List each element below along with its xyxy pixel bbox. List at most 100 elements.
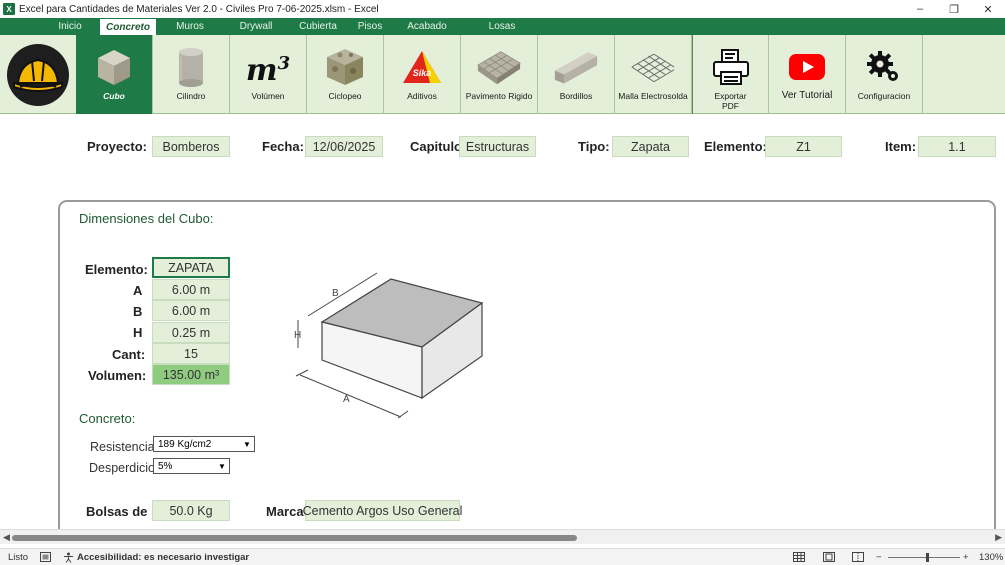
configuracion-label: Configuracion [857,91,911,101]
pavimento-label: Pavimento Rigido [465,91,533,101]
cubo-button[interactable]: Cubo [76,35,153,114]
volumen-field: 135.00 m³ [152,364,230,385]
concreto-section-title: Concreto: [79,411,136,426]
cube-icon [91,45,137,89]
b-label: B [133,304,143,319]
zoom-level[interactable]: 130% [979,552,1003,563]
printer-icon [708,45,754,89]
item-field[interactable]: 1.1 [918,136,996,157]
elemento-header-field[interactable]: Z1 [765,136,842,157]
sika-text: Sika [412,68,432,78]
cilindro-button[interactable]: Cilindro [153,35,230,114]
ciclopeo-button[interactable]: Ciclopeo [307,35,384,114]
hardhat-icon [13,58,63,92]
item-label: Item: [885,139,917,154]
zoom-slider-thumb[interactable] [926,553,929,562]
tab-acabado[interactable]: Acabado [402,18,452,35]
fecha-field[interactable]: 12/06/2025 [305,136,383,157]
title-bar: X Excel para Cantidades de Materiales Ve… [0,0,1005,18]
horizontal-scrollbar[interactable]: ◀ ▶ [0,529,1005,544]
resistencia-select[interactable]: 189 Kg/cm2 ▼ [153,436,255,452]
excel-icon: X [3,3,15,15]
scrollbar-thumb[interactable] [12,535,577,541]
resistencia-label: Resistencia [90,440,155,454]
aditivos-label: Aditivos [407,91,437,101]
status-bar: Listo Accesibilidad: es necesario invest… [0,548,1005,565]
capitulo-label: Capitulo [410,139,462,154]
marca-field[interactable]: Cemento Argos Uso General [303,500,462,521]
ver-tutorial-label: Ver Tutorial [781,90,833,101]
accessibility-status[interactable]: Accesibilidad: es necesario investigar [77,552,249,563]
sheet-tab-bar: Inicio Concreto Muros Drywall Cubierta P… [0,18,1005,35]
elemento-header-label: Elemento: [704,139,767,154]
mesh-icon [630,45,676,89]
tab-concreto[interactable]: Concreto [100,18,156,35]
cant-label: Cant: [112,347,146,362]
normal-view-icon[interactable] [793,552,805,565]
cilindro-label: Cilindro [176,91,206,101]
pavement-icon [476,45,522,89]
macro-record-icon[interactable] [40,552,51,565]
close-button[interactable]: ✕ [971,0,1005,18]
scroll-right-icon[interactable]: ▶ [995,532,1002,543]
stone-icon [322,45,368,89]
volumen-label: Volumen: [88,368,147,383]
tipo-field[interactable]: Zapata [612,136,689,157]
tipo-label: Tipo: [578,139,610,154]
window-title: Excel para Cantidades de Materiales Ver … [19,3,379,15]
sika-icon: Sika [399,45,445,89]
aditivos-button[interactable]: Sika Aditivos [384,35,461,114]
malla-button[interactable]: Malla Electrosolda [615,35,692,114]
b-field[interactable]: 6.00 m [152,300,230,321]
curb-icon [553,45,599,89]
logo [0,35,76,114]
cylinder-icon [168,45,214,89]
bordillos-button[interactable]: Bordillos [538,35,615,114]
volumen-button[interactable]: m3 Volúmen [230,35,307,114]
youtube-icon [784,45,830,89]
a-field[interactable]: 6.00 m [152,279,230,300]
tab-drywall[interactable]: Drywall [231,18,281,35]
ver-tutorial-button[interactable]: Ver Tutorial [769,35,846,114]
m3-sup: 3 [277,52,291,74]
capitulo-field[interactable]: Estructuras [459,136,536,157]
zoom-in-button[interactable]: + [963,552,969,563]
tab-cubierta[interactable]: Cubierta [293,18,343,35]
elemento-field[interactable]: ZAPATA [152,257,230,278]
pavimento-button[interactable]: Pavimento Rigido [461,35,538,114]
gear-icon [861,45,907,89]
tab-losas[interactable]: Losas [482,18,522,35]
restore-button[interactable]: ❐ [937,0,971,18]
desperdicio-select[interactable]: 5% ▼ [153,458,230,474]
bolsas-field[interactable]: 50.0 Kg [152,500,230,521]
configuracion-button[interactable]: Configuracion [846,35,923,114]
resistencia-value: 189 Kg/cm2 [158,438,212,450]
tab-muros[interactable]: Muros [170,18,210,35]
status-ready: Listo [8,552,29,563]
diagram-b-label: B [332,288,339,299]
h-field[interactable]: 0.25 m [152,322,230,343]
m3-text: m [245,52,278,88]
tab-pisos[interactable]: Pisos [352,18,388,35]
h-label: H [133,325,143,340]
malla-label: Malla Electrosolda [618,91,688,101]
minimize-button[interactable]: – [903,0,937,18]
fecha-label: Fecha: [262,139,304,154]
page-layout-icon[interactable] [823,552,835,565]
elemento-label: Elemento: [85,262,148,277]
scroll-left-icon[interactable]: ◀ [3,532,10,543]
exportar-pdf-button[interactable]: Exportar PDF [692,35,769,114]
zoom-out-button[interactable]: − [876,552,882,563]
accessibility-icon[interactable] [63,552,74,565]
bordillos-label: Bordillos [559,91,593,101]
diagram-h-label: H [294,330,301,341]
ciclopeo-label: Ciclopeo [328,91,362,101]
page-break-icon[interactable] [852,552,864,565]
diagram-a-label: A [343,394,350,405]
m3-icon: m3 [245,45,291,89]
proyecto-field[interactable]: Bomberos [152,136,230,157]
zoom-slider[interactable] [888,557,960,558]
tab-inicio[interactable]: Inicio [50,18,90,35]
cant-field[interactable]: 15 [152,343,230,364]
desperdicio-label: Desperdicio [89,461,156,475]
